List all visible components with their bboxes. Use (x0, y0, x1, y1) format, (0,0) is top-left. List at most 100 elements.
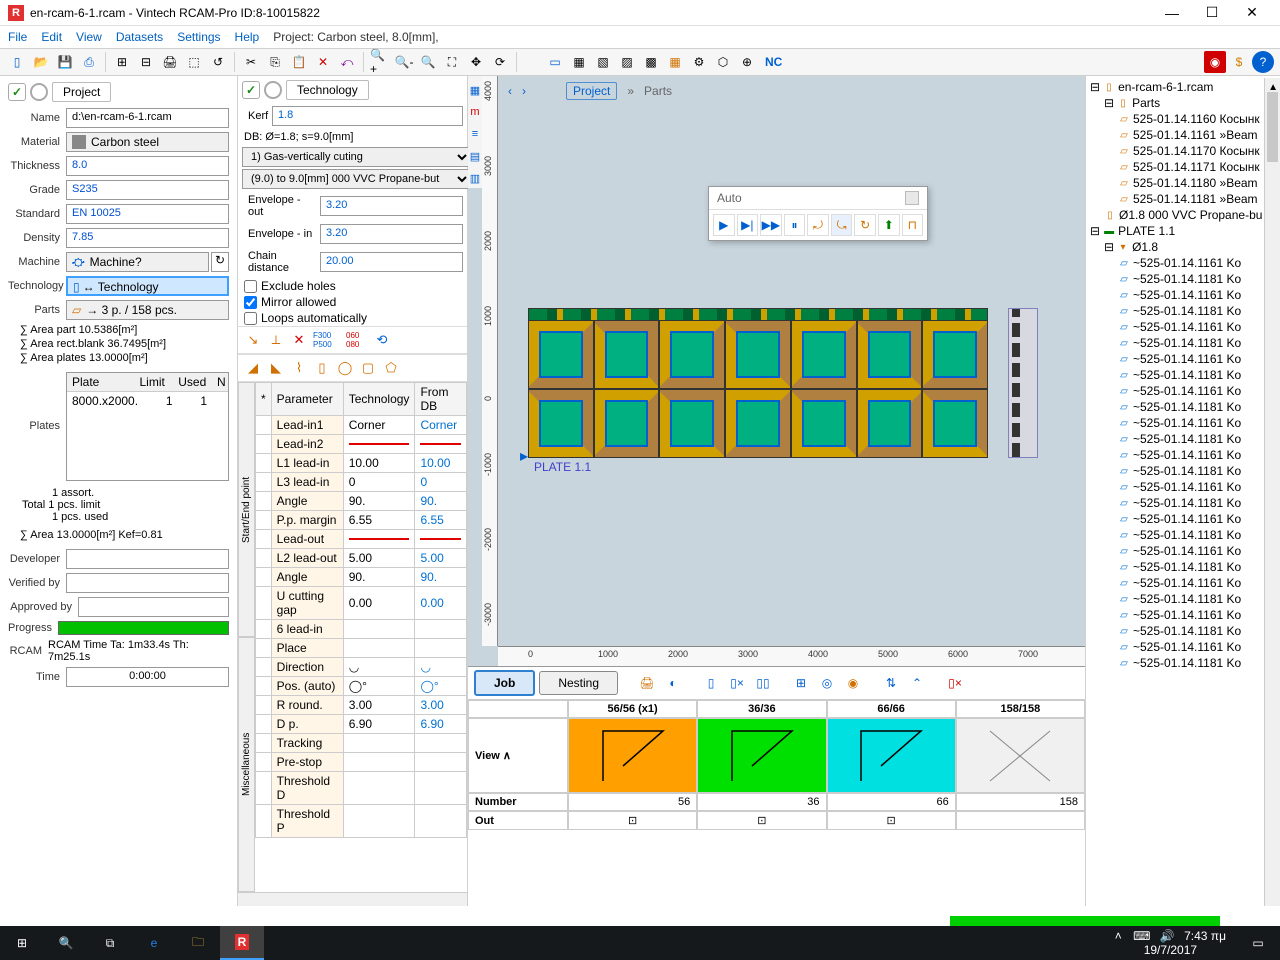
jb-del-icon[interactable]: ▯× (944, 672, 966, 694)
t12-icon[interactable]: ▢ (358, 358, 378, 378)
taskview-icon[interactable]: ⧉ (88, 926, 132, 960)
tree-nest-item[interactable]: ▱~525-01.14.1161 Ko (1090, 607, 1280, 623)
tool7-icon[interactable]: ⬡ (712, 51, 734, 73)
tree-nest-item[interactable]: ▱~525-01.14.1181 Ko (1090, 431, 1280, 447)
out-3[interactable]: ⊡ (827, 811, 956, 830)
nc-button[interactable]: NC (760, 51, 787, 73)
tree-nest-item[interactable]: ▱~525-01.14.1181 Ko (1090, 303, 1280, 319)
jb-icon7[interactable]: ◎ (816, 672, 838, 694)
project-circle-icon[interactable] (30, 83, 48, 101)
tool-a-icon[interactable]: ⊞ (111, 51, 133, 73)
thumb-1[interactable] (568, 718, 697, 793)
out-2[interactable]: ⊡ (697, 811, 826, 830)
tool5-icon[interactable]: ▦ (664, 51, 686, 73)
search-icon[interactable]: 🔍 (44, 926, 88, 960)
t1-icon[interactable]: ↘ (243, 330, 263, 350)
auto-square-icon[interactable] (905, 191, 919, 205)
t10-icon[interactable]: ▯ (312, 358, 332, 378)
menu-settings[interactable]: Settings (177, 30, 220, 44)
developer-input[interactable] (66, 549, 229, 569)
auto-panel[interactable]: Auto ▶ ▶| ▶▶ ⏸ ⤾ ⤿ ↻ ⬆ ⊓ (708, 186, 928, 241)
tool2-icon[interactable]: ▧ (592, 51, 614, 73)
kerf-input[interactable]: 1.8 (272, 106, 463, 126)
tree-nest-item[interactable]: ▱~525-01.14.1161 Ko (1090, 447, 1280, 463)
maximize-button[interactable]: ☐ (1192, 0, 1232, 26)
tool8-icon[interactable]: ⊕ (736, 51, 758, 73)
param-table[interactable]: *ParameterTechnologyFrom DB Lead-in1Corn… (255, 382, 467, 838)
rcam-task-icon[interactable]: R (220, 926, 264, 960)
tool1-icon[interactable]: ▦ (568, 51, 590, 73)
tree-part-item[interactable]: ▱525-01.14.1170 Косынк (1090, 143, 1280, 159)
paste-icon[interactable]: 📋 (288, 51, 310, 73)
save-icon[interactable]: 💾 (54, 51, 76, 73)
tree-nest-item[interactable]: ▱~525-01.14.1161 Ko (1090, 383, 1280, 399)
machine-input[interactable]: ⛮Machine? (66, 252, 209, 272)
t5-icon[interactable]: 060 080 (345, 330, 369, 350)
t11-icon[interactable]: ◯ (335, 358, 355, 378)
tree-nest-item[interactable]: ▱~525-01.14.1181 Ko (1090, 335, 1280, 351)
dollar-icon[interactable]: $ (1228, 51, 1250, 73)
measure-icon[interactable]: ⊓ (902, 214, 924, 236)
copy-icon[interactable]: ⎘ (264, 51, 286, 73)
grade-input[interactable]: S235 (66, 180, 229, 200)
tree-nest-item[interactable]: ▱~525-01.14.1161 Ko (1090, 415, 1280, 431)
rot2-icon[interactable]: ⤿ (831, 214, 853, 236)
tech-select-2[interactable]: (9.0) to 9.0[mm] 000 VVC Propane-but (242, 169, 471, 189)
zoom-fit-icon[interactable]: ⛶ (441, 51, 463, 73)
jb-icon4[interactable]: ▯× (726, 672, 748, 694)
t13-icon[interactable]: ⬠ (381, 358, 401, 378)
tree-tech[interactable]: Ø1.8 000 VVC Propane-bu (1119, 208, 1262, 222)
history-icon[interactable]: ↺ (207, 51, 229, 73)
tool3-icon[interactable]: ▨ (616, 51, 638, 73)
edge-icon[interactable]: e (132, 926, 176, 960)
tree-nest-item[interactable]: ▱~525-01.14.1181 Ko (1090, 655, 1280, 671)
standard-input[interactable]: EN 10025 (66, 204, 229, 224)
canvas[interactable]: ▦ m ≡ ▤ ▥ ‹ › Project » Parts /*small ne… (468, 76, 1085, 666)
t4-icon[interactable]: F300 P500 (312, 330, 342, 350)
tool6-icon[interactable]: ⚙ (688, 51, 710, 73)
tech-circle-icon[interactable] (264, 81, 282, 99)
tree-nest-item[interactable]: ▱~525-01.14.1181 Ko (1090, 559, 1280, 575)
crumb-project[interactable]: Project (566, 82, 617, 100)
t3-icon[interactable]: ✕ (289, 330, 309, 350)
side-icon-5[interactable]: ▥ (468, 168, 482, 188)
t9-icon[interactable]: ⌇ (289, 358, 309, 378)
zoom-out-icon[interactable]: 🔍- (393, 51, 415, 73)
tech-check-icon[interactable]: ✓ (242, 81, 260, 99)
jb-icon8[interactable]: ◉ (842, 672, 864, 694)
jb-icon1[interactable]: 🖨 (636, 672, 658, 694)
refresh-icon[interactable]: ⟳ (489, 51, 511, 73)
parts-input[interactable]: ▱→ 3 p. / 158 pcs. (66, 300, 229, 320)
jb-icon9[interactable]: ⇅ (880, 672, 902, 694)
tree-nest-item[interactable]: ▱~525-01.14.1181 Ko (1090, 399, 1280, 415)
tree-part-item[interactable]: ▱525-01.14.1160 Косынк (1090, 111, 1280, 127)
select-icon[interactable]: ▭ (544, 51, 566, 73)
close-button[interactable]: ✕ (1232, 0, 1272, 26)
tree-root[interactable]: en-rcam-6-1.rcam (1118, 80, 1213, 94)
project-check-icon[interactable]: ✓ (8, 83, 26, 101)
jb-icon2[interactable]: ◐ (662, 672, 684, 694)
tree-parts[interactable]: Parts (1132, 96, 1160, 110)
mirror-check[interactable]: Mirror allowed (238, 294, 467, 310)
chain-input[interactable]: 20.00 (320, 252, 463, 272)
tree-nest-item[interactable]: ▱~525-01.14.1181 Ko (1090, 271, 1280, 287)
out-1[interactable]: ⊡ (568, 811, 697, 830)
material-input[interactable]: Carbon steel (66, 132, 229, 152)
saveas-icon[interactable]: ⎙ (78, 51, 100, 73)
play-icon[interactable]: ▶ (713, 214, 735, 236)
tree-nest-item[interactable]: ▱~525-01.14.1181 Ko (1090, 527, 1280, 543)
new-icon[interactable]: ▯ (6, 51, 28, 73)
menu-help[interactable]: Help (235, 30, 260, 44)
tree-nest-item[interactable]: ▱~525-01.14.1161 Ko (1090, 575, 1280, 591)
tool4-icon[interactable]: ▩ (640, 51, 662, 73)
tab-nesting[interactable]: Nesting (539, 671, 618, 695)
vtab-startend[interactable]: Start/End point (238, 382, 255, 637)
tool-b-icon[interactable]: ⊟ (135, 51, 157, 73)
tree-nest-item[interactable]: ▱~525-01.14.1161 Ko (1090, 511, 1280, 527)
explorer-icon[interactable]: 🗀 (176, 926, 220, 960)
thumb-3[interactable] (827, 718, 956, 793)
start-button[interactable]: ⊞ (0, 926, 44, 960)
tree-part-item[interactable]: ▱525-01.14.1161 »Beam (1090, 127, 1280, 143)
undo-icon[interactable]: ⤺ (336, 51, 358, 73)
thumb-4[interactable] (956, 718, 1085, 793)
